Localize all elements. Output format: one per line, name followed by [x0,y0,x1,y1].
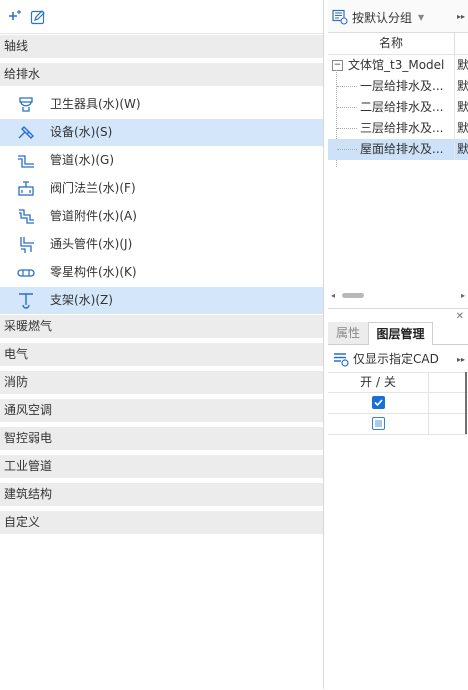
item-support-bracket[interactable]: 支架(水)(Z) [0,287,323,314]
group-toolbar: 按默认分组 ▼ ▸▸ [328,0,468,33]
tree-guide-line [337,107,357,108]
tree-row-col2: 默 [454,97,468,118]
edit-button[interactable] [29,8,47,26]
on-off-column-header: 开 / 关 [360,375,396,389]
tree-row[interactable]: 一层给排水及... 默 [328,76,468,97]
item-pipe-fitting[interactable]: 通头管件(水)(J) [0,231,323,258]
category-hvac[interactable]: 通风空调 [0,399,323,422]
tree-row[interactable]: 二层给排水及... 默 [328,97,468,118]
tree-row[interactable]: 三层给排水及... 默 [328,118,468,139]
tree-child-label: 三层给排水及... [360,121,444,135]
tree-root-row[interactable]: − 文体馆_t3_Model 默 [328,55,468,76]
category-water-supply-drainage[interactable]: 给排水 [0,63,323,86]
edit-icon [30,9,46,25]
category-building-structure[interactable]: 建筑结构 [0,483,323,506]
tree-child-label: 屋面给排水及... [360,142,444,156]
panel-tabs: 属性 图层管理 [328,322,468,345]
add-sparkle-icon [7,9,23,25]
tree-guide-line [337,149,357,150]
add-button[interactable] [6,8,24,26]
item-label: 管道(水)(G) [50,153,115,167]
tab-properties[interactable]: 属性 [328,322,368,344]
scroll-left-icon[interactable]: ◂ [331,291,335,300]
item-label: 设备(水)(S) [50,125,113,139]
item-label: 阀门法兰(水)(F) [50,181,136,195]
tree-child-label: 二层给排水及... [360,100,444,114]
category-heating-gas[interactable]: 采暖燃气 [0,315,323,338]
pipe-fitting-icon [16,235,36,255]
category-list: 轴线 给排水 卫生器具(水)(W) 设备(水)(S) 管道(水)(G) 阀门法兰… [0,35,323,539]
pipe-icon [16,151,36,171]
item-pipe-accessory[interactable]: 管道附件(水)(A) [0,203,323,230]
item-label: 通头管件(水)(J) [50,237,133,251]
group-button-label: 按默认分组 [352,10,413,25]
equipment-icon [16,123,36,143]
group-dropdown-button[interactable]: 按默认分组 ▼ [332,8,424,26]
category-industrial-pipe[interactable]: 工业管道 [0,455,323,478]
item-label: 管道附件(水)(A) [50,209,137,223]
model-group-panel: 按默认分组 ▼ ▸▸ 名称 − 文体馆_t3_Model 默 一层给排水及...… [328,0,468,306]
cad-filter-label: 仅显示指定CAD [353,352,439,366]
item-equipment[interactable]: 设备(水)(S) [0,119,323,146]
item-pipe[interactable]: 管道(水)(G) [0,147,323,174]
item-label: 支架(水)(Z) [50,293,113,307]
column-separator [454,33,455,54]
overflow-arrow-icon[interactable]: ▸▸ [457,12,465,21]
column-name-header[interactable]: 名称 [328,33,454,54]
item-misc-component[interactable]: 零星构件(水)(K) [0,259,323,286]
layer-row[interactable] [328,393,468,414]
horizontal-scrollbar[interactable]: ◂ ▸ [328,289,468,303]
tree-row-col2: 默 [454,118,468,139]
category-electrical[interactable]: 电气 [0,343,323,366]
item-label: 零星构件(水)(K) [50,265,137,279]
layer-row[interactable] [328,414,468,435]
tree-guide-line [337,128,357,129]
layer-table: 开 / 关 [328,372,468,435]
group-icon [332,9,348,25]
support-bracket-icon [16,291,36,311]
valve-flange-icon [16,179,36,199]
item-sanitary-fixture[interactable]: 卫生器具(水)(W) [0,91,323,118]
tree-row-col2: 默 [454,139,468,160]
tree-child-label: 一层给排水及... [360,79,444,93]
sanitary-fixture-icon [16,95,36,115]
misc-component-icon [16,263,36,283]
scroll-right-icon[interactable]: ▸ [461,291,465,300]
layer-table-header: 开 / 关 [328,372,468,393]
scrollbar-thumb[interactable] [342,293,364,298]
layer-management-panel: ✕ 属性 图层管理 仅显示指定CAD ▸▸ 开 / 关 [328,308,468,690]
category-axis[interactable]: 轴线 [0,35,323,58]
left-toolbar [0,0,323,34]
layer-partial-checkbox[interactable] [372,417,385,430]
category-smart-control[interactable]: 智控弱电 [0,427,323,450]
table-edge-line [465,372,467,434]
category-fire-protection[interactable]: 消防 [0,371,323,394]
cad-filter-bar[interactable]: 仅显示指定CAD ▸▸ [328,346,468,373]
category-custom[interactable]: 自定义 [0,511,323,534]
tree-root-label: 文体馆_t3_Model [348,58,445,72]
layers-filter-icon [333,351,349,367]
tree-row-col2: 默 [454,76,468,97]
tab-layer-management[interactable]: 图层管理 [368,322,433,345]
tree-row-col2: 默 [454,55,468,76]
overflow-arrow-icon[interactable]: ▸▸ [457,355,465,364]
item-valve-flange[interactable]: 阀门法兰(水)(F) [0,175,323,202]
tree-row-selected[interactable]: 屋面给排水及... 默 [328,139,468,160]
tree-guide-line [337,86,357,87]
item-label: 卫生器具(水)(W) [50,97,141,111]
tree-column-header: 名称 [328,33,468,55]
close-icon[interactable]: ✕ [456,311,464,322]
chevron-down-icon: ▼ [418,12,425,22]
pipe-accessory-icon [16,207,36,227]
layer-visible-checkbox[interactable] [372,396,385,409]
component-tree-panel: 轴线 给排水 卫生器具(水)(W) 设备(水)(S) 管道(水)(G) 阀门法兰… [0,0,324,689]
